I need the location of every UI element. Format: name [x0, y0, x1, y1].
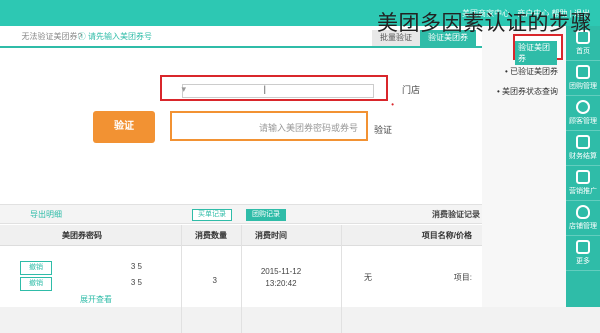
store-select[interactable] — [182, 84, 374, 98]
required-mark: • — [391, 100, 394, 109]
nav-finance[interactable]: 财务结算 — [566, 131, 600, 166]
export-link[interactable]: 导出明细 — [30, 209, 62, 220]
divider — [241, 225, 242, 333]
gift-icon — [576, 170, 590, 184]
nav-marketing[interactable]: 营销推广 — [566, 166, 600, 201]
sidebar-item-status[interactable]: • 美团券状态查询 — [497, 86, 558, 97]
nav-customers[interactable]: 顾客管理 — [566, 96, 600, 131]
overlay-title: 美团多因素认证的步骤 — [377, 11, 592, 35]
sub-sidebar: 验证美团券 • 已验证美团券 • 美团券状态查询 — [481, 26, 566, 307]
main-nav: 首页 团购管理 顾客管理 财务结算 营销推广 店铺管理 更多 — [566, 26, 600, 307]
expand-link[interactable]: 展开查看 — [80, 294, 112, 305]
store-icon — [576, 65, 590, 79]
chevron-down-icon: ▾ — [181, 84, 186, 94]
user-icon — [576, 100, 590, 114]
verify-button[interactable]: 验证 — [93, 111, 155, 143]
main-panel: 验证美团券 批量验证 ① 请先输入美团券号 无法验证美团券? | ▾ 门店 • … — [0, 26, 482, 333]
hint-left: ① 请先输入美团券号 — [77, 32, 152, 41]
undo-button[interactable]: 撤销 — [20, 277, 52, 291]
sidebar-item-verified[interactable]: • 已验证美团券 — [505, 66, 558, 77]
code-label: 验证 — [373, 125, 392, 135]
filter-group-records[interactable]: 团购记录 — [246, 209, 286, 221]
row-qty: 3 — [212, 276, 217, 285]
nav-shop[interactable]: 店铺管理 — [566, 201, 600, 236]
store-label: 门店 — [401, 85, 420, 95]
nav-deals[interactable]: 团购管理 — [566, 61, 600, 96]
fire-icon — [576, 205, 590, 219]
row-code-2: 3 5 — [130, 278, 142, 287]
store-value: | — [263, 84, 266, 94]
records-header: 消费验证记录 团购记录 买单记录 导出明细 — [0, 204, 482, 224]
mirrored-page: 商户中心 帮助 | 退出 美团商家中心 首页 团购管理 顾客管理 财务结算 营销… — [0, 0, 600, 333]
sidebar-item-verify[interactable]: 验证美团券 — [513, 34, 563, 65]
col-time: 消费时间 — [255, 231, 287, 240]
nav-more[interactable]: 更多 — [566, 236, 600, 271]
code-input[interactable]: 请输入美团券密码或券号 — [170, 111, 368, 141]
store-select-box: | ▾ — [160, 75, 388, 101]
row-item-price: 无 — [364, 273, 372, 282]
records-title: 消费验证记录 — [432, 210, 480, 219]
wallet-icon — [576, 135, 590, 149]
row-time: 2015-11-12 13:20:42 — [260, 267, 302, 288]
col-codes: 美团券密码 — [62, 231, 102, 240]
divider — [181, 225, 182, 333]
row-item-name: 项目: — [453, 273, 472, 282]
row-code-1: 3 5 — [130, 262, 142, 271]
more-icon — [576, 240, 590, 254]
filter-pay-records[interactable]: 买单记录 — [192, 209, 232, 221]
divider — [341, 225, 342, 333]
col-name: 项目名称/价格 — [421, 231, 472, 240]
undo-button[interactable]: 撤销 — [20, 261, 52, 275]
col-qty: 消费数量 — [195, 231, 227, 240]
hint-right[interactable]: 无法验证美团券? — [22, 31, 82, 42]
